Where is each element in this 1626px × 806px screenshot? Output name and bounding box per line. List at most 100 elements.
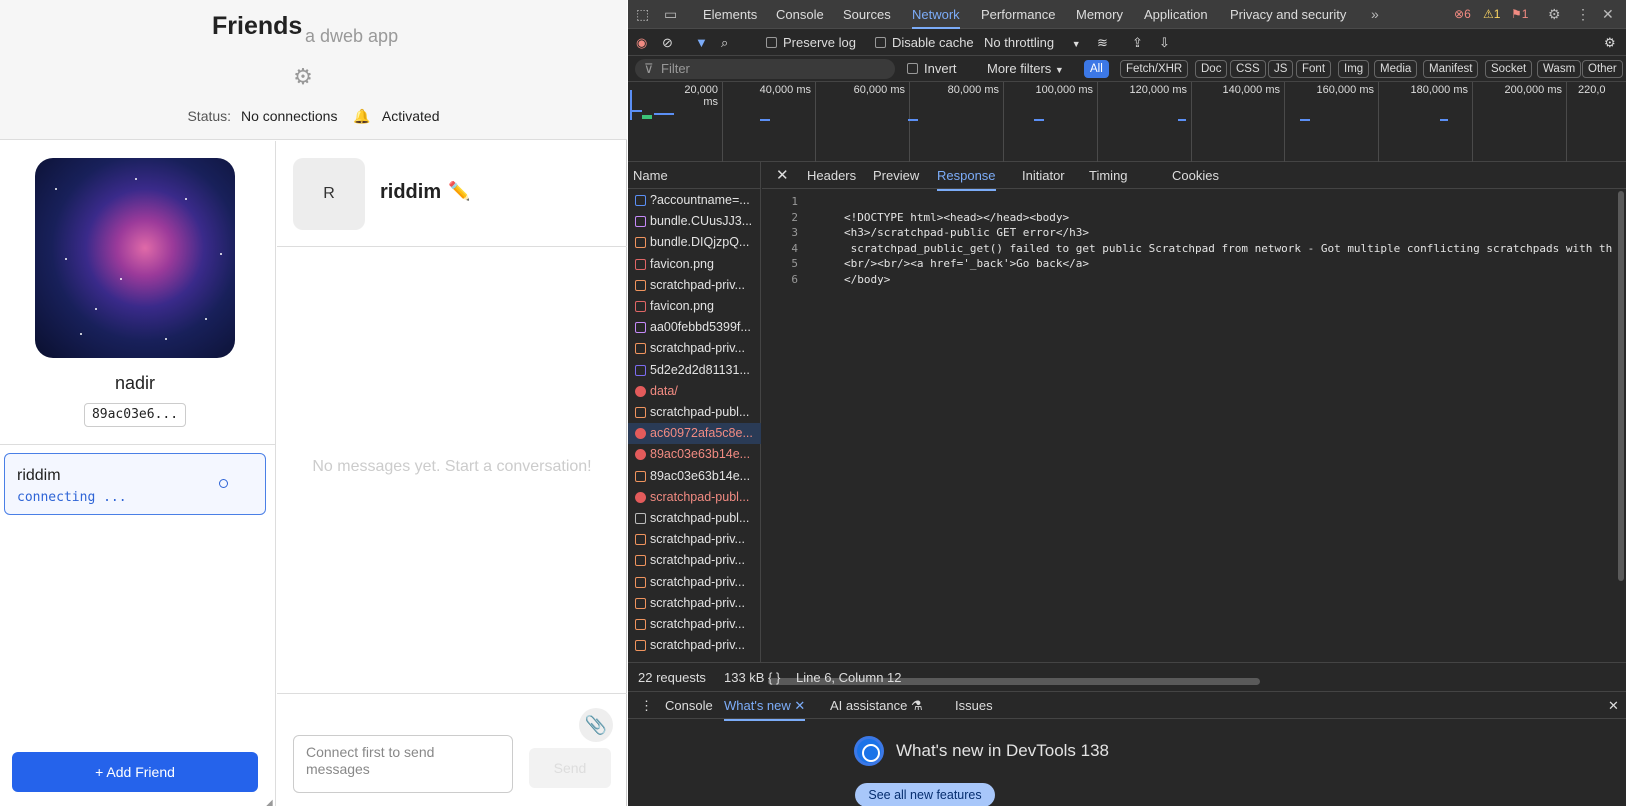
- type-filter-media[interactable]: Media: [1374, 60, 1418, 78]
- request-row[interactable]: favicon.png: [628, 254, 761, 275]
- request-row[interactable]: scratchpad-publ...: [628, 487, 761, 508]
- request-row[interactable]: aa00febbd5399f...: [628, 317, 761, 338]
- tab-console[interactable]: Console: [776, 0, 824, 29]
- tab-elements[interactable]: Elements: [703, 0, 757, 29]
- tab-initiator[interactable]: Initiator: [1022, 162, 1065, 189]
- tab-response[interactable]: Response: [937, 162, 996, 191]
- chat-header: R riddim ✏️: [277, 141, 627, 247]
- request-row[interactable]: scratchpad-publ...: [628, 402, 761, 423]
- network-conditions-icon[interactable]: ≋: [1097, 29, 1108, 56]
- tab-timing[interactable]: Timing: [1089, 162, 1128, 189]
- drawer-tab-console[interactable]: Console: [665, 692, 713, 719]
- type-filter-js[interactable]: JS: [1268, 60, 1294, 78]
- type-filter-other[interactable]: Other: [1582, 60, 1623, 78]
- filter-input[interactable]: ⊽ Filter: [635, 59, 895, 79]
- request-row[interactable]: 89ac03e63b14e...: [628, 466, 761, 487]
- record-stop-icon[interactable]: ◉: [636, 29, 647, 56]
- error-count-badge[interactable]: ⊗6: [1454, 7, 1471, 21]
- tab-headers[interactable]: Headers: [807, 162, 856, 189]
- tab-sources[interactable]: Sources: [843, 0, 891, 29]
- network-timeline-overview[interactable]: 20,000 ms 40,000 ms 60,000 ms 80,000 ms …: [628, 82, 1626, 162]
- type-filter-css[interactable]: CSS: [1230, 60, 1266, 78]
- close-tab-icon[interactable]: ✕: [794, 698, 805, 713]
- friend-list-item[interactable]: riddim connecting ...: [4, 453, 266, 515]
- message-input[interactable]: Connect first to send messages: [293, 735, 513, 793]
- type-filter-wasm[interactable]: Wasm: [1537, 60, 1582, 78]
- tab-memory[interactable]: Memory: [1076, 0, 1123, 29]
- preserve-log-checkbox[interactable]: Preserve log: [766, 29, 856, 56]
- request-row[interactable]: favicon.png: [628, 296, 761, 317]
- tab-preview[interactable]: Preview: [873, 162, 919, 189]
- disable-cache-checkbox[interactable]: Disable cache: [875, 29, 974, 56]
- request-row[interactable]: scratchpad-priv...: [628, 593, 761, 614]
- close-devtools-icon[interactable]: ✕: [1602, 0, 1614, 29]
- pencil-icon[interactable]: ✏️: [448, 181, 470, 202]
- tab-network[interactable]: Network: [912, 0, 960, 29]
- fetch-icon: [635, 597, 646, 609]
- issue-count-badge[interactable]: ⚑1: [1511, 7, 1528, 21]
- name-column-header[interactable]: Name: [628, 162, 761, 189]
- more-tabs-icon[interactable]: »: [1371, 0, 1379, 29]
- close-drawer-icon[interactable]: ✕: [1608, 692, 1619, 719]
- request-row[interactable]: 89ac03e63b14e...: [628, 444, 761, 465]
- request-row[interactable]: ?accountname=...: [628, 190, 761, 211]
- type-filter-socket[interactable]: Socket: [1485, 60, 1533, 78]
- type-filter-img[interactable]: Img: [1338, 60, 1370, 78]
- request-row[interactable]: scratchpad-priv...: [628, 614, 761, 635]
- device-toolbar-icon[interactable]: ▭: [664, 0, 677, 29]
- response-body[interactable]: 1 2 <!DOCTYPE html><head></head><body> 3 <h3…: [762, 189, 1626, 685]
- add-friend-button[interactable]: + Add Friend: [12, 752, 258, 792]
- drawer-menu-icon[interactable]: ⋮: [640, 692, 653, 719]
- search-icon[interactable]: ⌕: [721, 29, 728, 56]
- drawer-tab-ai-assistance[interactable]: AI assistance ⚗: [830, 692, 923, 719]
- request-row[interactable]: scratchpad-priv...: [628, 338, 761, 359]
- request-row[interactable]: scratchpad-priv...: [628, 635, 761, 656]
- tab-performance[interactable]: Performance: [981, 0, 1055, 29]
- type-filter-font[interactable]: Font: [1296, 60, 1332, 78]
- request-name: scratchpad-priv...: [650, 341, 745, 356]
- invert-checkbox[interactable]: Invert: [907, 56, 957, 82]
- throttling-select[interactable]: No throttling ▼: [984, 29, 1081, 58]
- request-row[interactable]: scratchpad-priv...: [628, 550, 761, 571]
- clear-icon[interactable]: ⊘: [662, 29, 673, 56]
- warning-count-badge[interactable]: ⚠1: [1483, 7, 1500, 21]
- request-row[interactable]: scratchpad-priv...: [628, 275, 761, 296]
- type-filter-doc[interactable]: Doc: [1195, 60, 1228, 78]
- filter-funnel-icon[interactable]: ▼: [695, 29, 708, 56]
- network-settings-icon[interactable]: ⚙: [1604, 29, 1616, 56]
- drawer-tab-issues[interactable]: Issues: [955, 692, 993, 719]
- type-filter-all[interactable]: All: [1084, 60, 1109, 78]
- export-har-icon[interactable]: ⇩: [1159, 29, 1170, 56]
- whats-new-title: What's new in DevTools 138: [896, 741, 1110, 760]
- tab-cookies[interactable]: Cookies: [1172, 162, 1219, 189]
- settings-gear-icon[interactable]: ⚙: [1548, 0, 1561, 29]
- request-row[interactable]: bundle.DIQjzpQ...: [628, 232, 761, 253]
- kebab-menu-icon[interactable]: ⋮: [1576, 0, 1590, 29]
- resize-handle-icon[interactable]: ◢: [265, 798, 275, 806]
- close-detail-icon[interactable]: ✕: [776, 162, 789, 189]
- paperclip-icon[interactable]: 📎: [579, 708, 613, 742]
- type-filter-fetch-xhr[interactable]: Fetch/XHR: [1120, 60, 1189, 78]
- see-all-features-button[interactable]: See all new features: [855, 783, 995, 806]
- request-row[interactable]: ac60972afa5c8e...: [628, 423, 761, 445]
- pretty-print-icon[interactable]: { }: [768, 663, 780, 693]
- filter-icon: ⊽: [644, 61, 654, 76]
- request-row[interactable]: data/: [628, 381, 761, 402]
- type-filter-manifest[interactable]: Manifest: [1423, 60, 1479, 78]
- tab-application[interactable]: Application: [1144, 0, 1208, 29]
- gear-icon[interactable]: ⚙: [292, 66, 314, 88]
- drawer-tab-whats-new[interactable]: What's new ✕: [724, 692, 806, 721]
- send-button[interactable]: Send: [529, 748, 611, 788]
- request-row[interactable]: scratchpad-priv...: [628, 572, 761, 593]
- request-row[interactable]: scratchpad-publ...: [628, 508, 761, 529]
- request-row[interactable]: 5d2e2d2d81131...: [628, 360, 761, 381]
- import-har-icon[interactable]: ⇪: [1132, 29, 1143, 56]
- request-row[interactable]: bundle.CUusJJ3...: [628, 211, 761, 232]
- profile-id-chip[interactable]: 89ac03e6...: [84, 403, 186, 427]
- vertical-scrollbar[interactable]: [1618, 191, 1624, 581]
- inspect-icon[interactable]: ⬚: [636, 0, 649, 29]
- fetch-icon: [635, 640, 646, 652]
- more-filters-dropdown[interactable]: More filters ▼: [987, 56, 1064, 83]
- request-row[interactable]: scratchpad-priv...: [628, 529, 761, 550]
- tab-privacy-security[interactable]: Privacy and security: [1230, 0, 1346, 29]
